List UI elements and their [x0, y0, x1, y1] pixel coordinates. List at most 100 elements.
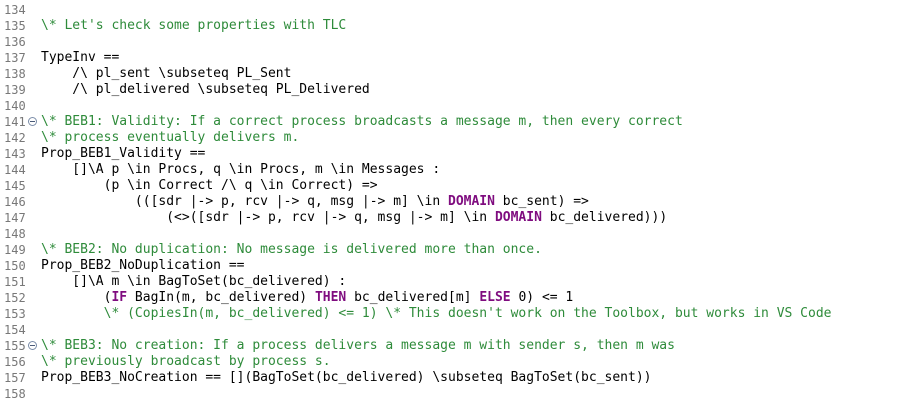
code-token: (p \in Correct /\ q \in Correct) =>	[41, 178, 378, 193]
keyword-token: IF	[111, 290, 128, 305]
code-text: TypeInv ==	[41, 50, 119, 66]
line-number: 155	[4, 339, 26, 353]
keyword-token: DOMAIN	[494, 210, 542, 225]
code-line[interactable]: 134	[0, 2, 907, 18]
line-number: 144	[4, 163, 26, 177]
code-text: \* process eventually delivers m.	[41, 130, 299, 146]
code-line[interactable]: 148	[0, 226, 907, 242]
code-token: TypeInv ==	[41, 50, 120, 65]
code-line[interactable]: 136	[0, 34, 907, 50]
line-number: 140	[4, 99, 26, 113]
code-text: []\A p \in Procs, q \in Procs, m \in Mes…	[41, 162, 440, 178]
line-number: 134	[4, 3, 26, 17]
code-text: /\ pl_sent \subseteq PL_Sent	[41, 66, 291, 82]
code-token: bc_delivered[m]	[346, 290, 480, 305]
code-line[interactable]: 150 Prop_BEB2_NoDuplication ==	[0, 258, 907, 274]
line-number: 157	[4, 371, 26, 385]
code-line[interactable]: 158	[0, 386, 907, 402]
code-line[interactable]: 142 \* process eventually delivers m.	[0, 130, 907, 146]
comment-token: \* previously broadcast by process s.	[41, 354, 331, 369]
line-number: 154	[4, 323, 26, 337]
comment-token: \* BEB2: No duplication: No message is d…	[41, 242, 542, 257]
code-text: (([sdr |-> p, rcv |-> q, msg |-> m] \in …	[41, 194, 589, 210]
code-token: Prop_BEB2_NoDuplication ==	[41, 258, 245, 273]
line-number: 145	[4, 179, 26, 193]
code-token: []\A p \in Procs, q \in Procs, m \in Mes…	[41, 162, 441, 177]
code-token: (([sdr |-> p, rcv |-> q, msg |-> m] \in	[41, 194, 448, 209]
code-text: \* BEB3: No creation: If a process deliv…	[41, 338, 675, 354]
code-line[interactable]: 151 []\A m \in BagToSet(bc_delivered) :	[0, 274, 907, 290]
code-text: /\ pl_delivered \subseteq PL_Delivered	[41, 82, 370, 98]
line-number: 139	[4, 83, 26, 97]
code-line[interactable]: 144 []\A p \in Procs, q \in Procs, m \in…	[0, 162, 907, 178]
code-line[interactable]: 139 /\ pl_delivered \subseteq PL_Deliver…	[0, 82, 907, 98]
line-number: 146	[4, 195, 26, 209]
line-number: 141	[4, 115, 26, 129]
code-text: \* Let's check some properties with TLC	[41, 18, 346, 34]
code-line[interactable]: 138 /\ pl_sent \subseteq PL_Sent	[0, 66, 907, 82]
comment-token: \* BEB3: No creation: If a process deliv…	[41, 338, 675, 353]
code-token: /\ pl_sent \subseteq PL_Sent	[41, 66, 292, 81]
code-token: bc_delivered)))	[541, 210, 668, 225]
code-line[interactable]: 141 \* BEB1: Validity: If a correct proce…	[0, 114, 907, 130]
code-text: \* (CopiesIn(m, bc_delivered) <= 1) \* T…	[41, 306, 832, 322]
line-number: 148	[4, 227, 26, 241]
line-number: 143	[4, 147, 26, 161]
line-number: 135	[4, 19, 26, 33]
code-token: (	[41, 290, 112, 305]
code-line[interactable]: 154	[0, 322, 907, 338]
code-line[interactable]: 135 \* Let's check some properties with T…	[0, 18, 907, 34]
code-token: /\ pl_delivered \subseteq PL_Delivered	[41, 82, 370, 97]
code-editor[interactable]: 134 135 \* Let's check some properties wit…	[0, 0, 907, 405]
code-token: BagIn(m, bc_delivered)	[127, 290, 315, 305]
code-text: Prop_BEB1_Validity ==	[41, 146, 205, 162]
comment-token: \* (CopiesIn(m, bc_delivered) <= 1) \* T…	[41, 306, 832, 321]
code-line[interactable]: 140	[0, 98, 907, 114]
keyword-token: DOMAIN	[448, 194, 495, 209]
code-line[interactable]: 157 Prop_BEB3_NoCreation == [](BagToSet(b…	[0, 370, 907, 386]
line-number: 136	[4, 35, 26, 49]
comment-token: \* BEB1: Validity: If a correct process …	[41, 114, 683, 129]
comment-token: \* process eventually delivers m.	[41, 130, 300, 145]
keyword-token: ELSE	[479, 290, 511, 305]
code-token: Prop_BEB3_NoCreation == [](BagToSet(bc_d…	[41, 370, 652, 385]
code-text: \* BEB1: Validity: If a correct process …	[41, 114, 683, 130]
code-text: (<>([sdr |-> p, rcv |-> q, msg |-> m] \i…	[41, 210, 667, 226]
code-line[interactable]: 145 (p \in Correct /\ q \in Correct) =>	[0, 178, 907, 194]
code-token: bc_sent) =>	[494, 194, 589, 209]
line-number: 152	[4, 291, 26, 305]
fold-collapse-icon[interactable]	[28, 341, 37, 350]
code-line[interactable]: 155 \* BEB3: No creation: If a process de…	[0, 338, 907, 354]
code-line[interactable]: 153 \* (CopiesIn(m, bc_delivered) <= 1) …	[0, 306, 907, 322]
line-number: 153	[4, 307, 26, 321]
code-text: (p \in Correct /\ q \in Correct) =>	[41, 178, 378, 194]
code-line[interactable]: 156 \* previously broadcast by process s.	[0, 354, 907, 370]
code-token: (<>([sdr |-> p, rcv |-> q, msg |-> m] \i…	[41, 210, 495, 225]
code-line[interactable]: 147 (<>([sdr |-> p, rcv |-> q, msg |-> m…	[0, 210, 907, 226]
code-line[interactable]: 149 \* BEB2: No duplication: No message i…	[0, 242, 907, 258]
code-line[interactable]: 152 (IF BagIn(m, bc_delivered) THEN bc_d…	[0, 290, 907, 306]
line-number: 149	[4, 243, 26, 257]
line-number: 151	[4, 275, 26, 289]
code-text: Prop_BEB2_NoDuplication ==	[41, 258, 245, 274]
code-text: \* previously broadcast by process s.	[41, 354, 331, 370]
code-text: Prop_BEB3_NoCreation == [](BagToSet(bc_d…	[41, 370, 651, 386]
line-number: 156	[4, 355, 26, 369]
line-number: 158	[4, 387, 26, 401]
code-text: \* BEB2: No duplication: No message is d…	[41, 242, 542, 258]
keyword-token: THEN	[314, 290, 347, 305]
code-area[interactable]: 134 135 \* Let's check some properties wit…	[0, 0, 907, 405]
code-line[interactable]: 137 TypeInv ==	[0, 50, 907, 66]
line-number: 147	[4, 211, 26, 225]
line-number: 142	[4, 131, 26, 145]
code-token: 0) <= 1	[510, 290, 574, 305]
code-text: (IF BagIn(m, bc_delivered) THEN bc_deliv…	[41, 290, 574, 306]
code-line[interactable]: 146 (([sdr |-> p, rcv |-> q, msg |-> m] …	[0, 194, 907, 210]
code-token: Prop_BEB1_Validity ==	[41, 146, 206, 161]
code-text: []\A m \in BagToSet(bc_delivered) :	[41, 274, 346, 290]
line-number: 138	[4, 67, 26, 81]
code-token: []\A m \in BagToSet(bc_delivered) :	[41, 274, 347, 289]
comment-token: \* Let's check some properties with TLC	[41, 18, 347, 33]
code-line[interactable]: 143 Prop_BEB1_Validity ==	[0, 146, 907, 162]
fold-collapse-icon[interactable]	[28, 117, 37, 126]
